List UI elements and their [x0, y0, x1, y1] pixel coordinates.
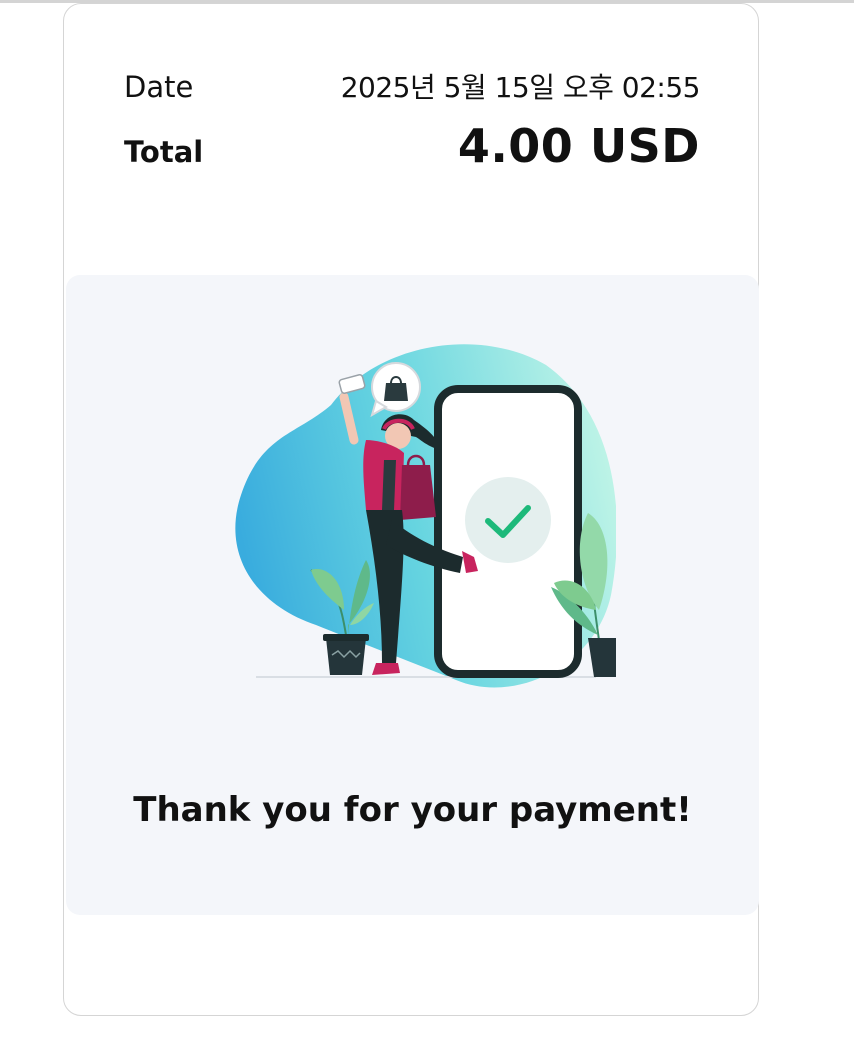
payment-success-illustration	[235, 344, 616, 688]
date-row: Date 2025년 5월 15일 오후 02:55	[124, 66, 701, 106]
thank-you-message: Thank you for your payment!	[133, 790, 692, 830]
total-amount: 4.00 USD	[457, 119, 700, 173]
date-value: 2025년 5월 15일 오후 02:55	[340, 71, 701, 104]
total-row: Total 4.00 USD	[124, 119, 700, 173]
payment-receipt-card: Date 2025년 5월 15일 오후 02:55 Total 4.00 US…	[63, 3, 759, 1016]
total-label: Total	[124, 135, 204, 169]
confirmation-panel: Thank you for your payment!	[66, 275, 759, 915]
phone-icon	[434, 385, 582, 678]
date-label: Date	[124, 70, 194, 104]
